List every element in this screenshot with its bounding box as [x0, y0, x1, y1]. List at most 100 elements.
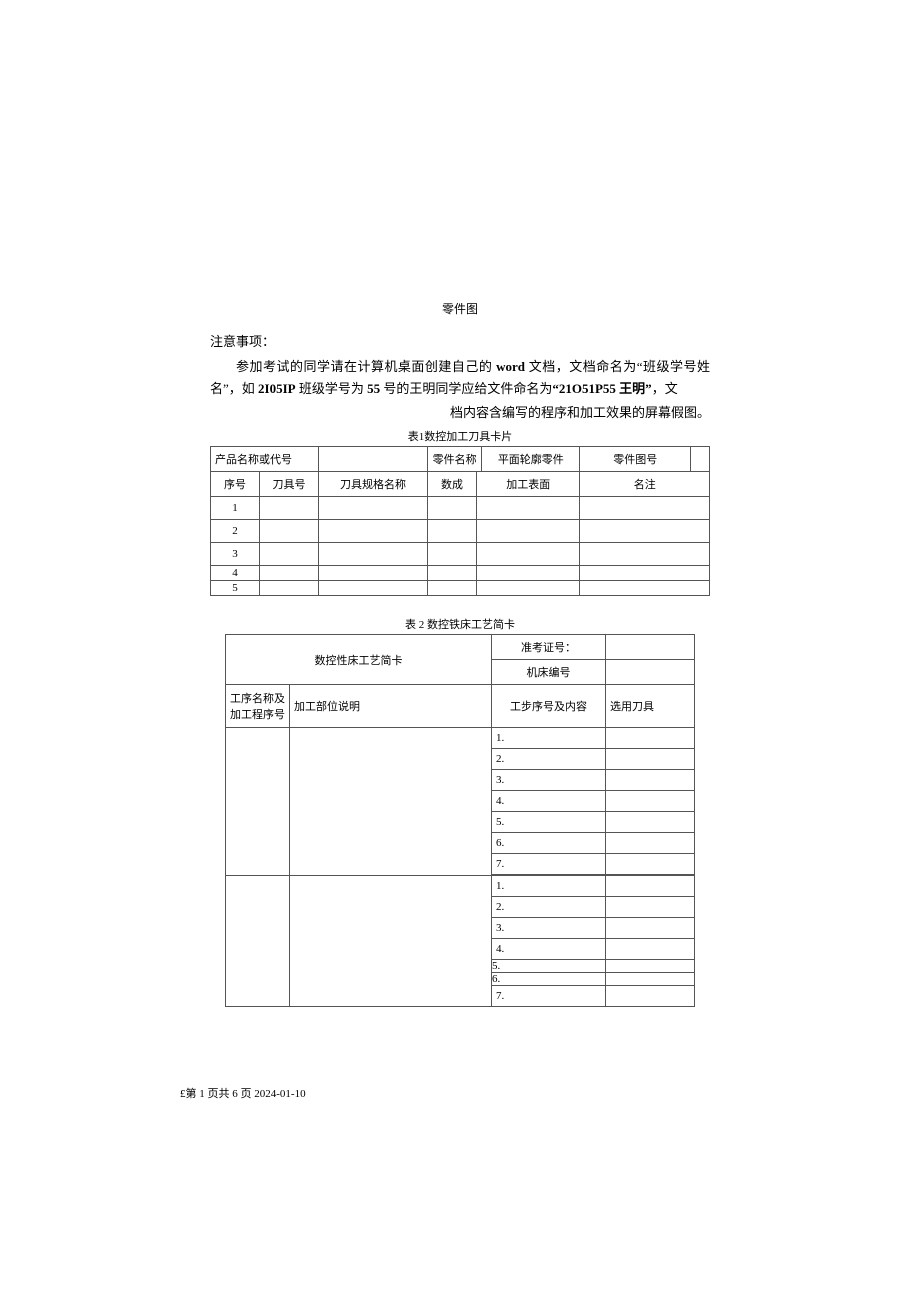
table-row: 4	[211, 566, 710, 581]
table-row: 序号 刀具号 刀具规格名称 数成 加工表面 名注	[211, 472, 710, 497]
cell-empty	[319, 447, 428, 472]
cell-empty	[580, 497, 710, 520]
notes-bold-example: “21O51P55 王明”	[552, 381, 651, 396]
cell-empty	[580, 520, 710, 543]
cell-empty	[319, 520, 428, 543]
cell-step: 6.	[492, 833, 606, 854]
cell-empty	[606, 973, 695, 986]
cell-empty	[428, 581, 477, 596]
notes-text: 参加考试的同学请在计算机桌面创建自己的	[236, 359, 496, 374]
page-footer: £第 1 页共 6 页 2024-01-10	[180, 1085, 306, 1101]
cell-empty	[606, 635, 695, 660]
cell-empty	[260, 543, 319, 566]
cell-step: 6.	[492, 973, 606, 986]
document-page: 零件图 注意事项： 参加考试的同学请在计算机桌面创建自己的 word 文档，文档…	[0, 0, 920, 1301]
cell-header: 加工部位说明	[290, 685, 492, 728]
table-row: 2	[211, 520, 710, 543]
cell-title: 数控性床工艺简卡	[226, 635, 492, 685]
cell-empty	[580, 566, 710, 581]
table-row: 产品名称或代号 零件名称 平面轮廓零件 零件图号	[211, 447, 710, 472]
cell-empty	[290, 875, 492, 1007]
cell-empty	[606, 749, 695, 770]
cell-examno-label: 准考证号：	[492, 635, 606, 660]
cell-step: 1.	[492, 728, 606, 749]
cell-seq: 5	[211, 581, 260, 596]
cell-empty	[606, 660, 695, 685]
cell-empty	[606, 854, 695, 876]
cell-empty	[580, 581, 710, 596]
cell-step: 5.	[492, 960, 606, 973]
cell-header: 加工表面	[477, 472, 580, 497]
cell-empty	[319, 581, 428, 596]
cell-empty	[226, 728, 290, 876]
cell-header: 刀具号	[260, 472, 319, 497]
cell-empty	[477, 520, 580, 543]
cell-partname-value: 平面轮廓零件	[482, 447, 580, 472]
cell-empty	[319, 543, 428, 566]
cell-seq: 3	[211, 543, 260, 566]
table-row: 1.	[226, 728, 695, 749]
table-row: 5	[211, 581, 710, 596]
cell-empty	[606, 986, 695, 1007]
cell-empty	[606, 939, 695, 960]
notes-bold-word: word	[496, 359, 525, 374]
cell-step: 1.	[492, 875, 606, 897]
notes-paragraph: 参加考试的同学请在计算机桌面创建自己的 word 文档，文档命名为“班级学号姓名…	[210, 356, 710, 400]
table-row: 数控性床工艺简卡 准考证号：	[226, 635, 695, 660]
cell-seq: 4	[211, 566, 260, 581]
cell-empty	[260, 497, 319, 520]
cell-step: 2.	[492, 897, 606, 918]
cell-empty	[477, 497, 580, 520]
table-row: 工序名称及加工程序号 加工部位说明 工步序号及内容 选用刀具	[226, 685, 695, 728]
notes-bold-num: 55	[367, 381, 380, 396]
cell-empty	[260, 566, 319, 581]
notes-text: 班级学号为	[296, 381, 368, 396]
cell-empty	[260, 520, 319, 543]
cell-empty	[580, 543, 710, 566]
cell-header: 刀具规格名称	[319, 472, 428, 497]
cell-empty	[606, 960, 695, 973]
cell-empty	[428, 566, 477, 581]
cell-product-label: 产品名称或代号	[211, 447, 319, 472]
table-row: 1.	[226, 875, 695, 897]
notes-bold-code: 2I05IP	[258, 381, 296, 396]
notes-text-line2: 档内容含编写的程序和加工效果的屏幕假图。	[210, 402, 710, 424]
cell-header: 名注	[580, 472, 710, 497]
table-row: 3	[211, 543, 710, 566]
notes-text: ，文	[652, 381, 678, 396]
cell-seq: 2	[211, 520, 260, 543]
cell-seq: 1	[211, 497, 260, 520]
cell-empty	[606, 918, 695, 939]
cell-header: 选用刀具	[606, 685, 695, 728]
table2-caption: 表 2 数控铁床工艺简卡	[210, 616, 710, 632]
cell-partname-label: 零件名称	[428, 447, 482, 472]
table-row: 1	[211, 497, 710, 520]
cell-empty	[319, 497, 428, 520]
table2: 数控性床工艺简卡 准考证号： 机床编号 工序名称及加工程序号 加工部位说明 工步…	[225, 634, 695, 1007]
cell-empty	[226, 875, 290, 1007]
cell-empty	[428, 520, 477, 543]
cell-empty	[691, 447, 710, 472]
cell-partno-label: 零件图号	[580, 447, 691, 472]
cell-empty	[428, 543, 477, 566]
cell-step: 5.	[492, 812, 606, 833]
cell-empty	[477, 566, 580, 581]
cell-empty	[606, 728, 695, 749]
cell-empty	[428, 497, 477, 520]
table1-caption: 表1数控加工刀具卡片	[210, 428, 710, 444]
notes-heading: 注意事项：	[210, 331, 710, 350]
cell-header: 数成	[428, 472, 477, 497]
notes-text: 号的王明同学应给文件命名为	[380, 381, 552, 396]
cell-empty	[606, 833, 695, 854]
cell-step: 2.	[492, 749, 606, 770]
cell-step: 7.	[492, 986, 606, 1007]
cell-empty	[290, 728, 492, 876]
cell-step: 3.	[492, 770, 606, 791]
cell-empty	[606, 770, 695, 791]
cell-empty	[606, 875, 695, 897]
cell-step: 4.	[492, 939, 606, 960]
cell-empty	[319, 566, 428, 581]
cell-empty	[606, 812, 695, 833]
cell-header: 序号	[211, 472, 260, 497]
cell-header: 工序名称及加工程序号	[226, 685, 290, 728]
